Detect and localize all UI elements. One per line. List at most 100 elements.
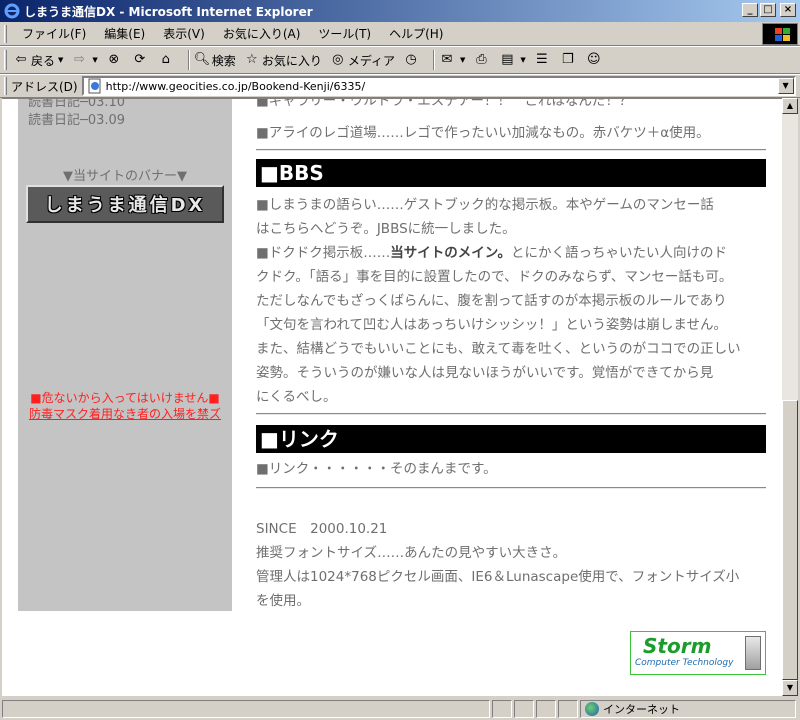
dokudoku-line: ただしなんでもざっくばらんに、腹を割って話すのが本掲示板のルールであり: [256, 293, 727, 309]
research-button[interactable]: ❐: [560, 52, 578, 68]
sidebar: 読書日記─03.10 読書日記─03.09 ▼当サイトのバナー▼ しまうま通信D…: [18, 99, 232, 611]
page-viewport: 読書日記─03.10 読書日記─03.09 ▼当サイトのバナー▼ しまうま通信D…: [2, 98, 782, 696]
forward-dropdown-icon[interactable]: ▼: [92, 56, 97, 64]
edit-button[interactable]: ▤ ▼: [499, 52, 526, 68]
edit-dropdown-icon[interactable]: ▼: [520, 56, 525, 64]
bbs-line[interactable]: ■しまうまの語らい……ゲストブック的な掲示板。本やゲームのマンセー話: [256, 193, 766, 213]
menu-grip[interactable]: [4, 24, 7, 43]
mail-dropdown-icon[interactable]: ▼: [460, 56, 465, 64]
storm-logo-banner[interactable]: Storm Computer Technology: [630, 631, 766, 675]
back-button[interactable]: ⇦ 戻る ▼: [13, 52, 64, 69]
close-button[interactable]: ×: [780, 3, 796, 17]
address-dropdown-icon[interactable]: ▼: [777, 78, 794, 94]
home-button[interactable]: ⌂: [158, 52, 176, 68]
site-banner[interactable]: しまうま通信DX: [26, 185, 224, 223]
refresh-button[interactable]: ⟳: [132, 52, 150, 68]
divider: [256, 487, 766, 489]
status-cell: [514, 700, 534, 718]
ie-logo-icon: [4, 3, 20, 19]
mail-button[interactable]: ✉ ▼: [439, 52, 466, 68]
link-heading: ■リンク: [256, 425, 766, 453]
favorites-button[interactable]: ☆ お気に入り: [244, 52, 322, 69]
address-input[interactable]: http://www.geocities.co.jp/Bookend-Kenji…: [81, 76, 796, 96]
vertical-scrollbar[interactable]: ▲ ▼: [782, 98, 798, 696]
dokudoku-line: 「文句を言われて凹む人はあっちいけシッシッ！」という姿勢は崩しません。: [256, 317, 728, 333]
print-button[interactable]: ⎙: [473, 52, 491, 68]
clipped-line: ■ギャラリー・ウルトラ・エスデアー！！ これはなんだ！？: [256, 98, 633, 109]
link-line[interactable]: ■リンク・・・・・・そのまんまです。: [256, 457, 766, 477]
menu-tools[interactable]: ツール(T): [309, 25, 380, 42]
minimize-button[interactable]: _: [742, 3, 758, 17]
menu-favorites[interactable]: お気に入り(A): [214, 25, 310, 42]
history-button[interactable]: ◷: [403, 52, 421, 68]
toolbar-separator: [187, 50, 190, 70]
status-bar: インターネット: [0, 698, 800, 720]
banner-title: ▼当サイトのバナー▼: [63, 169, 187, 184]
divider: [256, 149, 766, 151]
status-cell: [558, 700, 578, 718]
discuss-button[interactable]: ☰: [534, 52, 552, 68]
warning-link[interactable]: 防毒マスク着用なき者の入場を禁ズ: [18, 405, 232, 422]
scroll-down-button[interactable]: ▼: [782, 680, 798, 696]
menu-help[interactable]: ヘルプ(H): [380, 25, 452, 42]
back-dropdown-icon[interactable]: ▼: [58, 56, 63, 64]
window-title: しまうま通信DX - Microsoft Internet Explorer: [24, 4, 313, 19]
dokudoku-line: 姿勢。そういうのが嫌いな人は見ないほうがいいです。覚悟ができてから見: [256, 365, 714, 381]
edit-icon: ▤: [501, 52, 514, 67]
address-bar: アドレス(D) http://www.geocities.co.jp/Booke…: [0, 74, 800, 98]
maximize-button[interactable]: □: [760, 3, 776, 17]
standard-toolbar: ⇦ 戻る ▼ ⇨ ▼ ⊗ ⟳ ⌂ 🔍︎ 検索 ☆ お気に入り ◎ メディア ◷ …: [0, 46, 800, 74]
page-icon: [87, 78, 103, 94]
favorites-folder-icon: ☆: [245, 52, 258, 67]
dokudoku-bold: 当サイトのメイン。: [390, 245, 511, 261]
forward-button[interactable]: ⇨ ▼: [71, 52, 98, 68]
zone-label: インターネット: [603, 703, 680, 716]
banner-text: しまうま通信DX: [44, 195, 206, 216]
storm-logo-sub: Computer Technology: [635, 658, 734, 668]
admin-text: を使用。: [256, 593, 310, 609]
search-label: 検索: [211, 53, 236, 68]
research-icon: ❐: [561, 52, 574, 67]
discuss-icon: ☰: [535, 52, 548, 67]
divider: [256, 413, 766, 415]
dokudoku-line: クドク。「語る」事を目的に設置したので、ドクのみならず、マンセー話も可。: [256, 269, 733, 285]
lego-line[interactable]: ■アライのレゴ道場……レゴで作ったいい加減なもの。赤バケツ＋α使用。: [256, 121, 766, 141]
internet-globe-icon: [585, 702, 599, 716]
media-label: メディア: [347, 53, 395, 68]
search-icon: 🔍︎: [193, 52, 211, 67]
admin-text: 管理人は1024*768ピクセル画面、IE6＆Lunascape使用で、フォント…: [256, 569, 740, 585]
back-label: 戻る: [31, 53, 56, 68]
favorites-label: お気に入り: [261, 53, 322, 68]
status-progress: [492, 700, 512, 718]
since-text: SINCE 2000.10.21: [256, 521, 388, 537]
title-bar: しまうま通信DX - Microsoft Internet Explorer _…: [0, 0, 800, 22]
sidebar-diary-link[interactable]: 読書日記─03.09: [28, 109, 125, 128]
menu-view[interactable]: 表示(V): [154, 25, 214, 42]
media-icon: ◎: [332, 52, 344, 67]
toolbar-grip[interactable]: [4, 50, 7, 70]
status-text: [2, 700, 490, 718]
storm-logo-name: Storm: [643, 634, 712, 658]
stop-button[interactable]: ⊗: [106, 52, 124, 68]
dokudoku-line[interactable]: ■ドクドク掲示板……当サイトのメイン。とにかく語っちゃいたい人向けのド: [256, 241, 766, 261]
address-grip[interactable]: [4, 77, 7, 95]
messenger-button[interactable]: ☺: [586, 52, 604, 68]
scroll-up-button[interactable]: ▲: [782, 98, 798, 114]
windows-logo-icon: [762, 23, 798, 45]
status-cell: [536, 700, 556, 718]
scroll-thumb[interactable]: [782, 400, 798, 680]
address-label: アドレス(D): [11, 79, 78, 94]
back-arrow-icon: ⇦: [15, 52, 27, 67]
security-zone[interactable]: インターネット: [580, 700, 796, 718]
bbs-line: はこちらへどうぞ。JBBSに統一しました。: [256, 221, 516, 237]
warning-text: ■危ないから入ってはいけません■: [30, 391, 220, 405]
refresh-icon: ⟳: [134, 52, 146, 67]
menu-file[interactable]: ファイル(F): [13, 25, 95, 42]
media-button[interactable]: ◎ メディア: [330, 52, 395, 69]
stop-icon: ⊗: [108, 52, 120, 67]
search-button[interactable]: 🔍︎ 検索: [194, 52, 236, 69]
menu-bar: ファイル(F) 編集(E) 表示(V) お気に入り(A) ツール(T) ヘルプ(…: [0, 22, 800, 46]
bbs-heading: ■BBS: [256, 159, 766, 187]
toolbar-separator: [433, 50, 435, 70]
menu-edit[interactable]: 編集(E): [95, 25, 154, 42]
